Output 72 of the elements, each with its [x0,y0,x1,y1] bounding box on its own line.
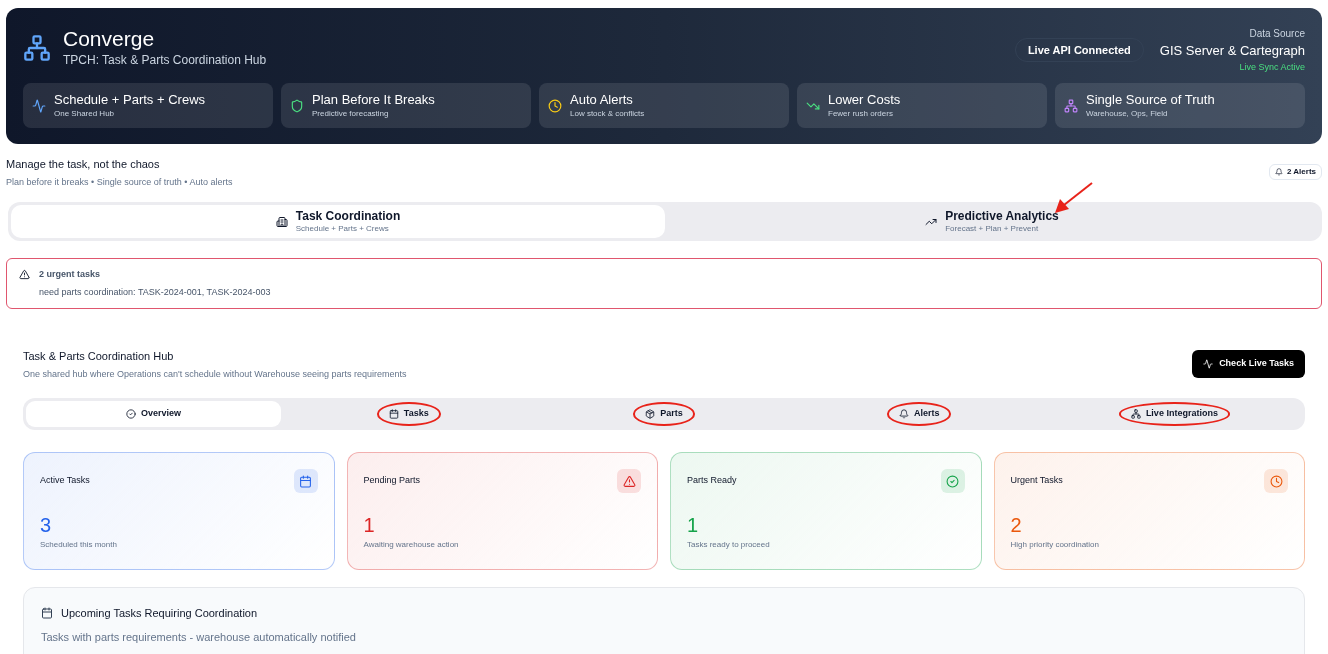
section-subtitle: One shared hub where Operations can't schedule without Warehouse seeing parts requirements [23,367,407,381]
feature-subtitle: Low stock & conflicts [570,108,645,119]
section-tab[interactable]: Tasks [281,401,537,427]
tagline-title: Manage the task, not the chaos [6,157,161,172]
feature-title: Auto Alerts [570,92,634,109]
stat-note: High priority coordination [1010,539,1100,551]
stat-note: Awaiting warehouse action [363,539,460,551]
logo-icon [23,34,51,62]
tab-title: Task Coordination [295,209,401,224]
calendar-icon [299,474,312,488]
feature-subtitle: One Shared Hub [54,108,116,119]
card-subtitle: Tasks with parts requirements - warehouse automatically notified [41,629,357,645]
feature-title: Schedule + Parts + Crews [54,92,206,109]
app-subtitle: TPCH: Task & Parts Coordination Hub [63,52,267,69]
check-live-tasks-button[interactable]: Check Live Tasks [1192,350,1305,378]
banner-message: need parts coordination: TASK-2024-001, TASK-2024-003 [39,285,271,299]
feature-title: Plan Before It Breaks [312,92,435,109]
tab-subtitle: Forecast + Plan + Prevent [945,224,1039,234]
bell-icon [898,409,909,419]
stat-value: 3 [40,513,53,537]
feature-title: Single Source of Truth [1086,92,1215,109]
tagline-subtitle: Plan before it breaks • Single source of truth • Auto alerts [6,175,233,189]
banner-title: 2 urgent tasks [39,268,102,281]
clock-icon [548,98,562,113]
feature-subtitle: Predictive forecasting [312,108,390,119]
section-tab[interactable]: Live Integrations [1046,401,1302,427]
source-label: Data Source [1249,27,1305,41]
building-icon [275,215,288,228]
pulse-icon [1203,358,1214,369]
calendar-icon [41,607,53,620]
main-tab[interactable]: Predictive Analytics Forecast + Plan + Prevent [665,205,1319,238]
network-icon [1130,409,1141,419]
stat-label: Parts Ready [687,474,737,488]
warning-icon [622,474,636,488]
stat-label: Pending Parts [363,474,421,488]
warning-icon [19,269,30,280]
stat-note: Tasks ready to proceed [687,539,771,551]
feature-title: Lower Costs [828,92,901,109]
calendar-icon [388,409,399,419]
stat-value: 2 [1010,513,1023,537]
clock-icon [1269,474,1283,488]
bell-icon [1274,168,1283,176]
tab-label: Overview [141,407,182,421]
stat-label: Urgent Tasks [1010,474,1063,488]
shield-icon [290,98,304,113]
network-icon [1064,98,1078,113]
card-title: Upcoming Tasks Requiring Coordination [61,606,258,621]
source-name: GIS Server & Cartegraph [1159,42,1305,60]
tab-subtitle: Schedule + Parts + Crews [295,224,389,234]
stat-label: Active Tasks [40,474,90,488]
tab-label: Alerts [913,407,940,421]
feature-subtitle: Fewer rush orders [828,108,894,119]
section-tab[interactable]: Alerts [791,401,1047,427]
stat-value: 1 [363,513,376,537]
check-circle-icon [946,474,959,488]
pulse-icon [32,98,46,113]
tab-label: Live Integrations [1145,407,1218,421]
box-icon [645,409,656,419]
section-tab[interactable]: Overview [26,401,282,427]
alerts-button[interactable]: 2 Alerts [1268,164,1322,180]
section-title: Task & Parts Coordination Hub [23,349,175,364]
app-title: Converge [63,27,156,51]
sync-status: Live Sync Active [1239,60,1305,74]
check-circle-icon [126,409,137,419]
tab-title: Predictive Analytics [945,209,1059,224]
stat-value: 1 [687,513,700,537]
tab-label: Parts [660,407,683,421]
feature-subtitle: Warehouse, Ops, Field [1086,108,1169,119]
tab-label: Tasks [403,407,429,421]
section-tab[interactable]: Parts [536,401,792,427]
stat-note: Scheduled this month [40,539,118,551]
main-tab[interactable]: Task Coordination Schedule + Parts + Crews [11,205,665,238]
